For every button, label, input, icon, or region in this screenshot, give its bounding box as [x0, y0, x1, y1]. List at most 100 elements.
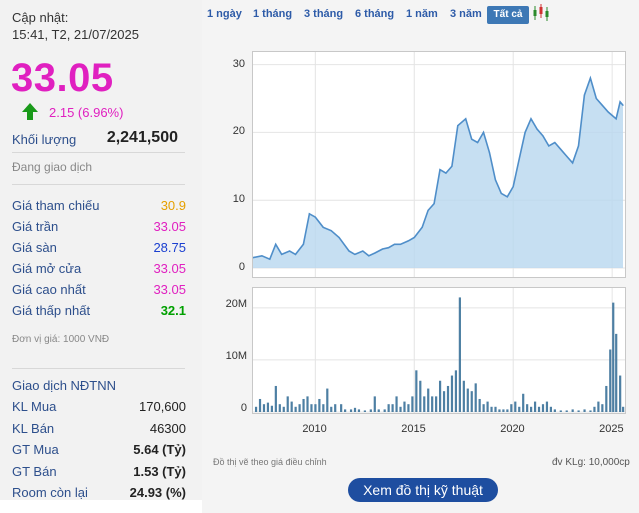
foreign-row-label: KL Mua — [12, 399, 57, 414]
price-row-label: Giá mở cửa — [12, 261, 82, 276]
price-point — [607, 111, 609, 113]
volume-bar — [522, 393, 525, 412]
price-y-tick: 10 — [232, 193, 245, 206]
divider — [12, 368, 185, 369]
price-point — [407, 240, 409, 242]
volume-chart — [252, 287, 626, 414]
period-option[interactable]: 6 tháng — [355, 8, 394, 20]
price-row-value: 33.05 — [153, 219, 186, 234]
volume-bar — [254, 406, 258, 412]
period-option[interactable]: 1 ngày — [207, 8, 242, 20]
volume-bar — [377, 409, 380, 412]
volume-bar — [427, 388, 430, 412]
x-tick-label: 2015 — [401, 423, 426, 435]
up-arrow-icon — [22, 103, 38, 120]
x-tick-label: 2025 — [599, 423, 624, 435]
updated-time: 15:41, T2, 21/07/2025 — [12, 27, 139, 42]
volume-bar — [373, 396, 376, 412]
volume-bar — [262, 404, 266, 412]
volume-bar — [553, 409, 556, 412]
price-point — [524, 131, 526, 133]
volume-bar — [502, 409, 505, 412]
price-point — [348, 250, 350, 252]
price-point — [471, 138, 473, 140]
price-point — [457, 124, 459, 127]
price-point — [421, 226, 423, 228]
volume-unit-note: đv KLg: 10,000cp — [552, 457, 630, 468]
price-point — [354, 253, 356, 256]
volume-bar — [609, 349, 612, 412]
volume-bar — [518, 406, 521, 412]
price-point — [536, 128, 538, 130]
price-point — [476, 141, 479, 144]
volume-value: 2,241,500 — [106, 129, 178, 146]
price-y-tick: 20 — [232, 125, 245, 138]
price-point — [583, 94, 586, 96]
price-row-value: 32.1 — [160, 303, 186, 318]
period-option[interactable]: 3 tháng — [304, 8, 343, 20]
volume-bar — [612, 302, 615, 412]
volume-bar — [454, 370, 458, 412]
price-point — [500, 192, 502, 195]
candlestick-icon[interactable] — [531, 3, 551, 23]
price-chart — [252, 51, 626, 278]
period-all-button[interactable]: Tất cả — [487, 6, 529, 24]
period-option[interactable]: 1 tháng — [253, 8, 292, 20]
volume-bar — [470, 391, 473, 412]
price-point — [374, 252, 376, 254]
volume-bar — [583, 409, 586, 412]
price-point — [554, 141, 556, 144]
price-point — [611, 114, 613, 117]
volume-bar — [340, 404, 343, 412]
volume-bar — [559, 410, 562, 412]
price-point — [506, 196, 508, 198]
period-option[interactable]: 1 năm — [406, 8, 438, 20]
price-point — [589, 77, 591, 79]
volume-bar — [498, 409, 501, 412]
price-point — [530, 118, 532, 120]
price-row-label: Giá cao nhất — [12, 282, 86, 297]
price-point — [281, 253, 283, 256]
volume-bar — [619, 375, 622, 412]
foreign-row-value: 46300 — [149, 420, 186, 436]
period-option[interactable]: 3 năm — [450, 8, 482, 20]
volume-bar — [605, 385, 608, 412]
volume-bar — [286, 396, 289, 412]
price-row-label: Giá sàn — [12, 240, 57, 255]
updated-label: Cập nhật: — [12, 10, 69, 25]
volume-bar — [506, 409, 509, 412]
price-point — [308, 213, 310, 215]
volume-bar — [549, 406, 553, 412]
chart-adjusted-note: Đồ thị vẽ theo giá điều chỉnh — [213, 457, 327, 467]
volume-bar — [411, 396, 414, 412]
volume-bar — [615, 333, 618, 412]
price-point — [433, 202, 435, 205]
volume-bar — [589, 410, 592, 412]
volume-bar — [294, 406, 297, 412]
volume-bar — [458, 297, 461, 412]
price-point — [427, 209, 429, 211]
price-area — [252, 78, 623, 268]
price-point — [494, 179, 496, 181]
price-point — [445, 172, 447, 174]
volume-y-tick: 0 — [240, 402, 247, 414]
volume-bar — [419, 380, 422, 412]
price-row-value: 30.9 — [160, 198, 186, 213]
volume-bar — [514, 401, 517, 412]
price-row-label: Giá tham chiếu — [12, 198, 100, 213]
volume-bar — [369, 409, 372, 412]
volume-label: Khối lượng — [12, 132, 77, 147]
volume-bar — [387, 404, 390, 412]
volume-bar — [478, 398, 481, 412]
volume-bar — [258, 398, 262, 412]
price-row-label: Giá trần — [12, 219, 59, 234]
volume-bar — [344, 409, 347, 412]
technical-chart-button[interactable]: Xem đồ thị kỹ thuật — [348, 478, 498, 502]
volume-bar — [601, 404, 604, 412]
foreign-row-label: Room còn lại — [12, 485, 88, 500]
volume-bar — [510, 404, 513, 412]
volume-bar — [278, 404, 281, 412]
stock-info-panel: Cập nhật: 15:41, T2, 21/07/2025 33.05 2.… — [0, 0, 202, 500]
price-y-tick: 0 — [238, 261, 245, 273]
price-point — [382, 248, 384, 250]
